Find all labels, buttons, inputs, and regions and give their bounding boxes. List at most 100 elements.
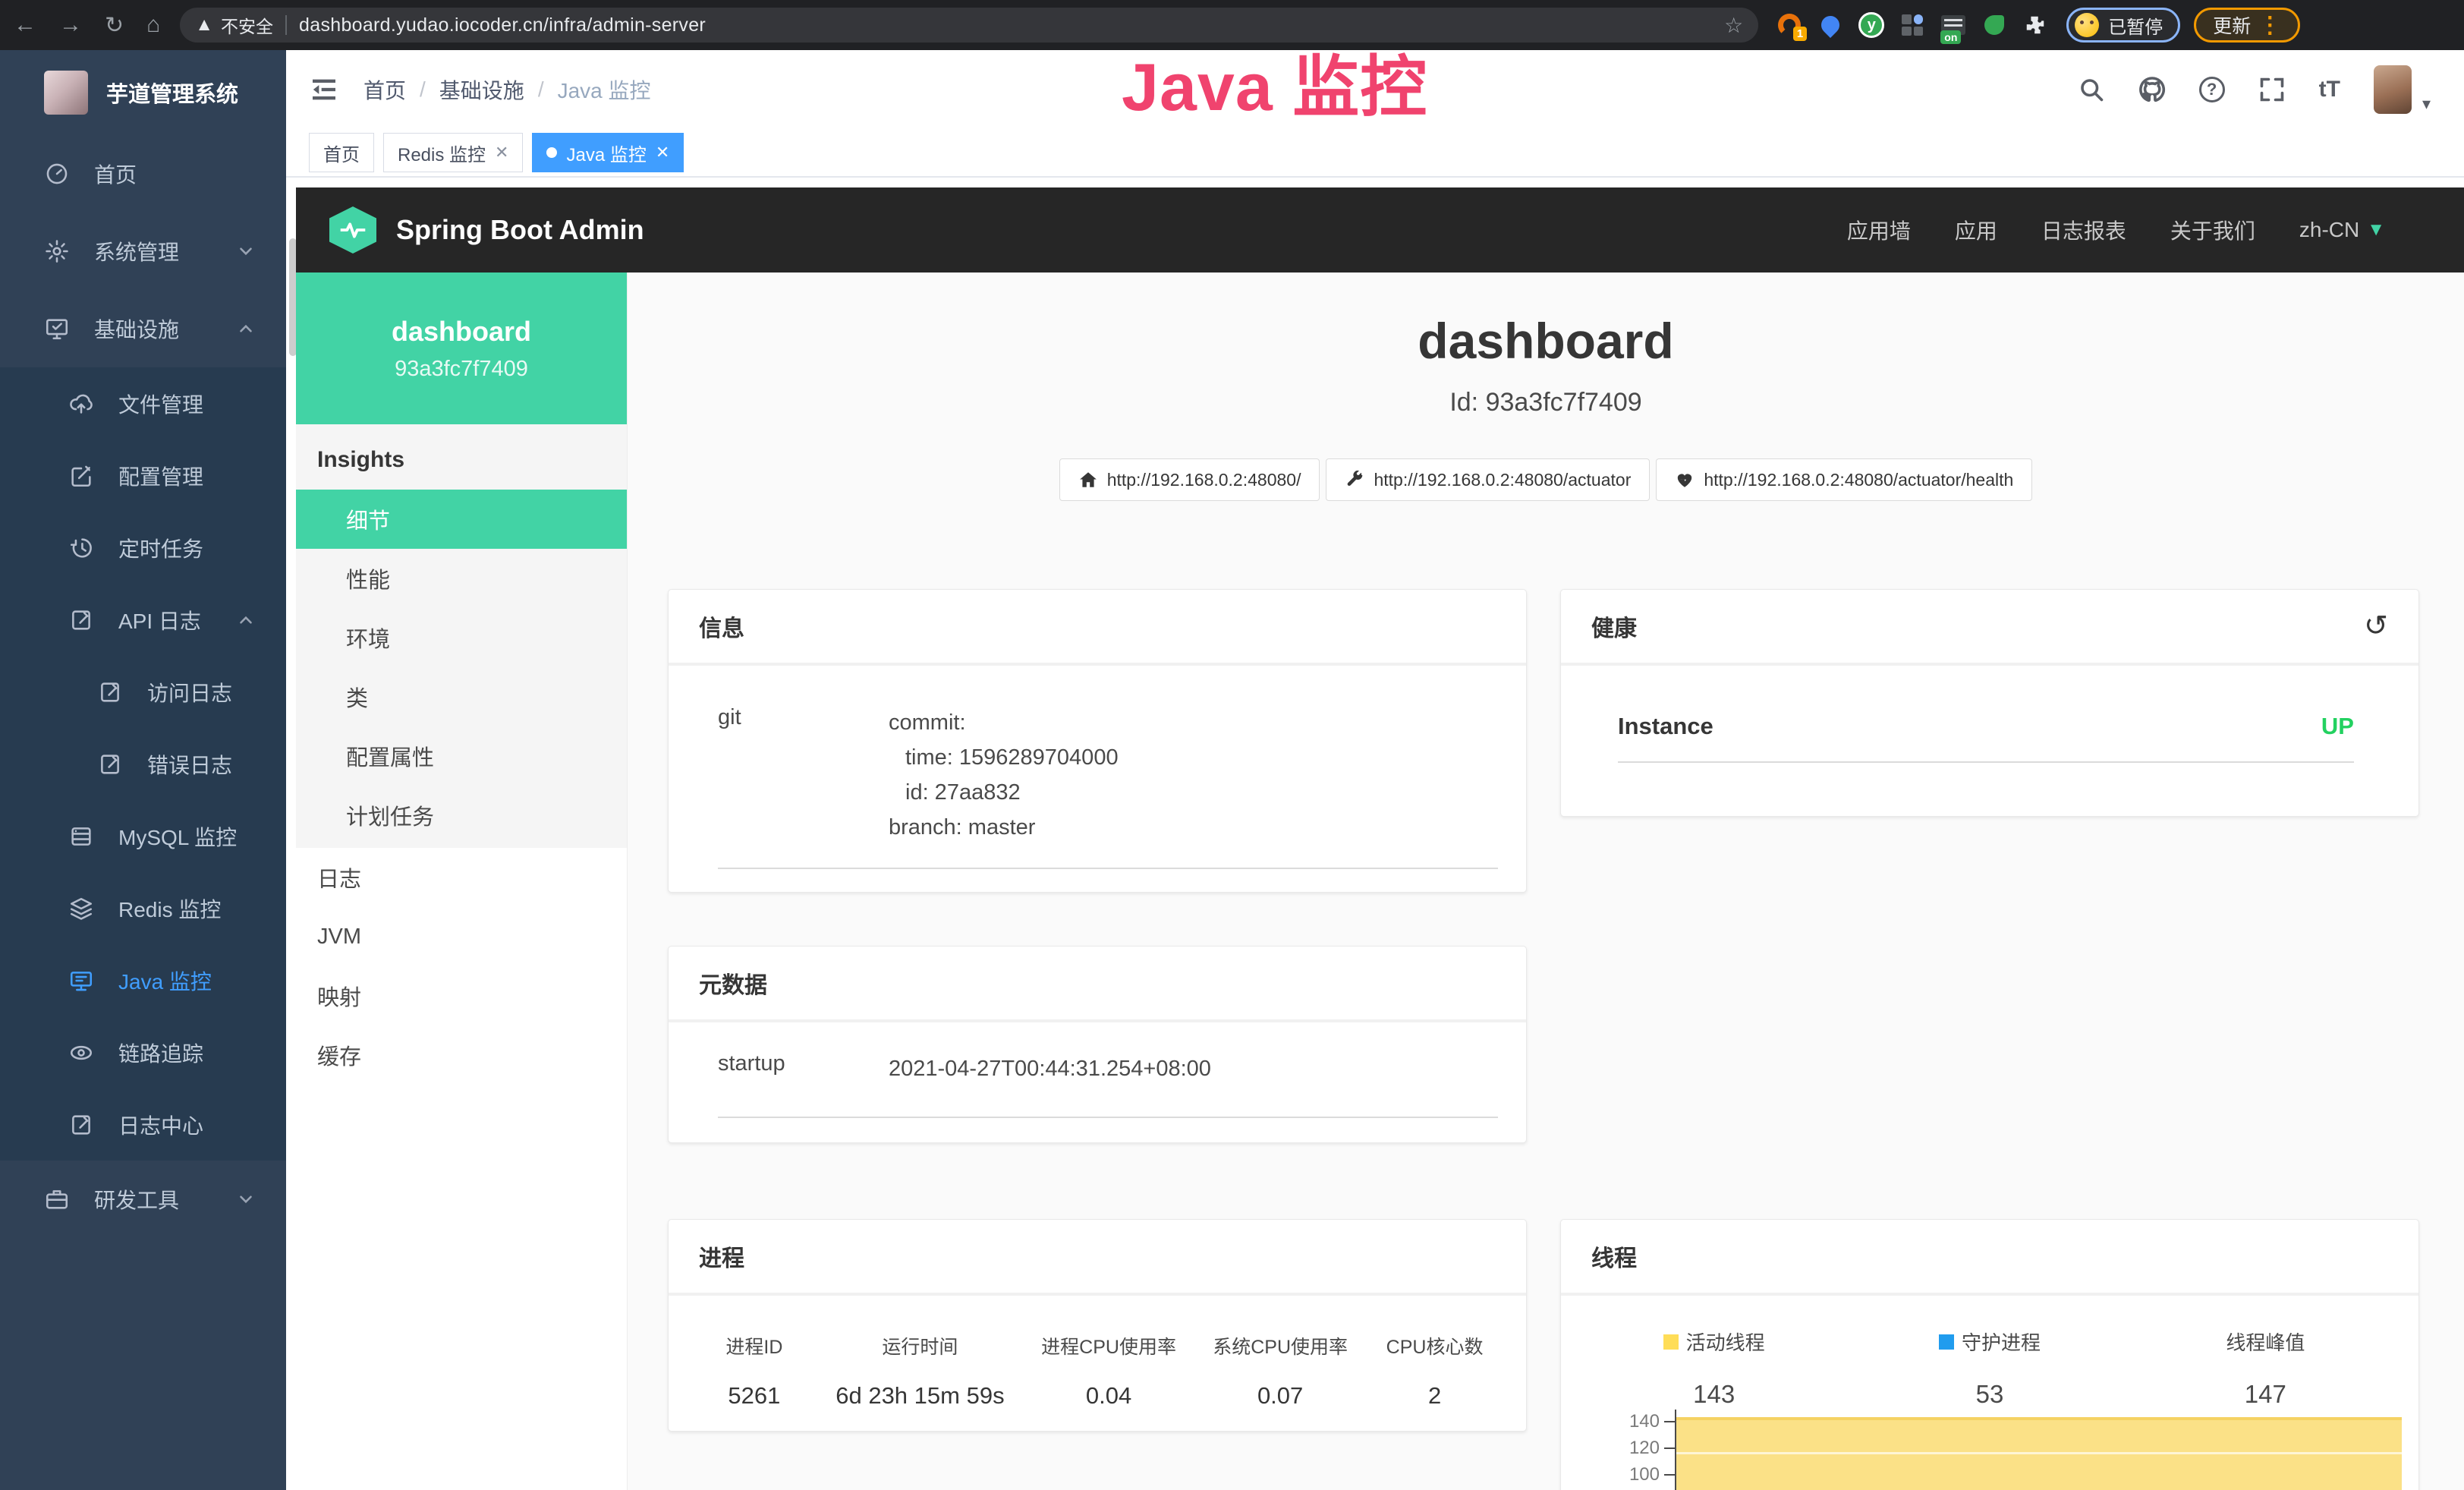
user-menu[interactable]: ▾ [2374, 65, 2431, 114]
help-icon[interactable]: ? [2199, 77, 2225, 102]
sba-nav-about[interactable]: 关于我们 [2170, 215, 2255, 245]
profile-paused-chip[interactable]: 已暂停 [2066, 8, 2180, 43]
close-icon[interactable]: ✕ [656, 143, 669, 162]
sba-item-scheduled-tasks[interactable]: 计划任务 [296, 786, 627, 845]
health-card-header: 健康 ↺ [1561, 590, 2418, 666]
fullscreen-icon[interactable] [2258, 76, 2286, 103]
sidebar-item-file-manage[interactable]: 文件管理 [0, 367, 286, 439]
metadata-value: 2021-04-27T00:44:31.254+08:00 [889, 1051, 1498, 1086]
caret-down-icon: ▼ [2367, 219, 2385, 241]
forward-icon[interactable]: → [59, 12, 82, 38]
back-icon[interactable]: ← [14, 12, 36, 38]
sba-item-logs[interactable]: 日志 [296, 848, 627, 907]
sidebar-item-label: 定时任务 [118, 533, 256, 563]
status-badge: UP [2321, 713, 2354, 740]
breadcrumb-home[interactable]: 首页 [363, 74, 406, 105]
chrome-update-button[interactable]: 更新 ⋮ [2194, 8, 2300, 43]
column-header: CPU核心数 [1366, 1332, 1503, 1359]
sba-item-caches[interactable]: 缓存 [296, 1025, 627, 1085]
divider [285, 15, 287, 35]
annotation-overlay-text: Java 监控 [1122, 33, 1427, 130]
caret-down-icon: ▾ [2422, 94, 2431, 114]
metadata-card-body: startup 2021-04-27T00:44:31.254+08:00 [669, 1022, 1526, 1118]
hamburger-icon[interactable] [309, 74, 339, 105]
sidebar-item-java-monitor[interactable]: Java 监控 [0, 944, 286, 1016]
info-key: git [718, 705, 889, 845]
search-icon[interactable] [2078, 76, 2105, 103]
sidebar-item-config-manage[interactable]: 配置管理 [0, 439, 286, 512]
health-row[interactable]: Instance UP [1618, 713, 2354, 740]
tab-home[interactable]: 首页 [309, 133, 374, 172]
daemon-threads-value: 53 [1852, 1380, 2127, 1409]
dashboard-gauge-icon [44, 161, 74, 187]
extension-leaf-icon[interactable] [1980, 11, 2009, 39]
sba-nav-applications[interactable]: 应用 [1955, 215, 1997, 245]
y-tick-mark [1664, 1421, 1675, 1422]
extension-y-icon[interactable]: y [1857, 11, 1886, 39]
sba-nav-journal[interactable]: 日志报表 [2041, 215, 2126, 245]
sidebar-item-infra[interactable]: 基础设施 [0, 290, 286, 367]
service-url-button[interactable]: http://192.168.0.2:48080/ [1059, 458, 1320, 501]
font-size-icon[interactable]: tT [2319, 77, 2340, 102]
app-sidebar: 芋道管理系统 首页 系统管理 基础设施 文件管理 配置管理 [0, 50, 286, 1490]
actuator-url-button[interactable]: http://192.168.0.2:48080/actuator [1326, 458, 1650, 501]
sidebar-item-error-log[interactable]: 错误日志 [0, 728, 286, 800]
sba-locale-select[interactable]: zh-CN ▼ [2299, 218, 2385, 242]
close-icon[interactable]: ✕ [495, 143, 508, 162]
extension-pin-icon[interactable] [1816, 11, 1845, 39]
y-tick-mark [1664, 1447, 1675, 1449]
extension-switch-icon[interactable]: on [1939, 11, 1968, 39]
sidebar-item-home[interactable]: 首页 [0, 135, 286, 213]
bookmark-star-icon[interactable]: ☆ [1724, 13, 1743, 38]
chevron-up-icon [236, 319, 256, 339]
sidebar-item-access-log[interactable]: 访问日志 [0, 656, 286, 728]
sidebar-item-label: 首页 [94, 159, 256, 189]
health-url-button[interactable]: http://192.168.0.2:48080/actuator/health [1656, 458, 2032, 501]
sidebar-item-log-center[interactable]: 日志中心 [0, 1088, 286, 1161]
sba-item-classes[interactable]: 类 [296, 667, 627, 726]
reload-icon[interactable]: ↻ [105, 12, 124, 39]
sba-instance-header[interactable]: dashboard 93a3fc7f7409 [296, 272, 627, 424]
sba-item-env[interactable]: 环境 [296, 608, 627, 667]
extension-colorzilla-icon[interactable]: 1 [1775, 11, 1804, 39]
security-chip[interactable]: ▲ 不安全 [195, 12, 273, 38]
sba-item-jvm[interactable]: JVM [296, 907, 627, 966]
sba-item-config-props[interactable]: 配置属性 [296, 726, 627, 786]
sidebar-item-dev-tools[interactable]: 研发工具 [0, 1161, 286, 1238]
address-bar[interactable]: ▲ 不安全 dashboard.yudao.iocoder.cn/infra/a… [180, 8, 1758, 43]
tab-redis-monitor[interactable]: Redis 监控 ✕ [383, 133, 523, 172]
sidebar-item-scheduled-job[interactable]: 定时任务 [0, 512, 286, 584]
tab-java-monitor[interactable]: Java 监控 ✕ [532, 133, 684, 172]
sba-nav-wallboard[interactable]: 应用墙 [1847, 215, 1911, 245]
monitor-check-icon [44, 316, 74, 342]
breadcrumb: 首页 / 基础设施 / Java 监控 [363, 74, 651, 105]
column-header: 系统CPU使用率 [1194, 1332, 1366, 1359]
app-title: 芋道管理系统 [106, 77, 238, 109]
browser-menu-dots-icon[interactable]: ⋮ [2258, 12, 2281, 39]
briefcase-icon [44, 1186, 74, 1212]
github-icon[interactable] [2138, 76, 2166, 103]
sidebar-item-trace[interactable]: 链路追踪 [0, 1016, 286, 1088]
sba-item-details[interactable]: 细节 [296, 490, 627, 549]
app-logo-row[interactable]: 芋道管理系统 [0, 50, 286, 135]
sidebar-item-mysql-monitor[interactable]: MySQL 监控 [0, 800, 286, 872]
sba-item-metrics[interactable]: 性能 [296, 549, 627, 608]
y-tick-label: 140 [1605, 1411, 1660, 1432]
breadcrumb-infra[interactable]: 基础设施 [439, 74, 524, 105]
chevron-down-icon [236, 1189, 256, 1209]
extension-grid-icon[interactable] [1898, 11, 1927, 39]
extensions-puzzle-icon[interactable] [2021, 11, 2050, 39]
home-icon[interactable]: ⌂ [146, 12, 160, 38]
sidebar-item-label: API 日志 [118, 605, 236, 635]
url-text[interactable]: dashboard.yudao.iocoder.cn/infra/admin-s… [299, 14, 1724, 36]
navbar-actions: ? tT ▾ [2078, 65, 2464, 114]
locale-label: zh-CN [2299, 218, 2359, 242]
actuator-url-label: http://192.168.0.2:48080/actuator [1374, 470, 1631, 490]
history-icon[interactable]: ↺ [2364, 612, 2388, 641]
sba-item-mappings[interactable]: 映射 [296, 966, 627, 1025]
sidebar-item-redis-monitor[interactable]: Redis 监控 [0, 872, 286, 944]
sidebar-item-api-log[interactable]: API 日志 [0, 584, 286, 656]
instance-id: 93a3fc7f7409 [395, 357, 528, 382]
sidebar-item-system[interactable]: 系统管理 [0, 213, 286, 290]
card-title: 元数据 [699, 966, 767, 1000]
